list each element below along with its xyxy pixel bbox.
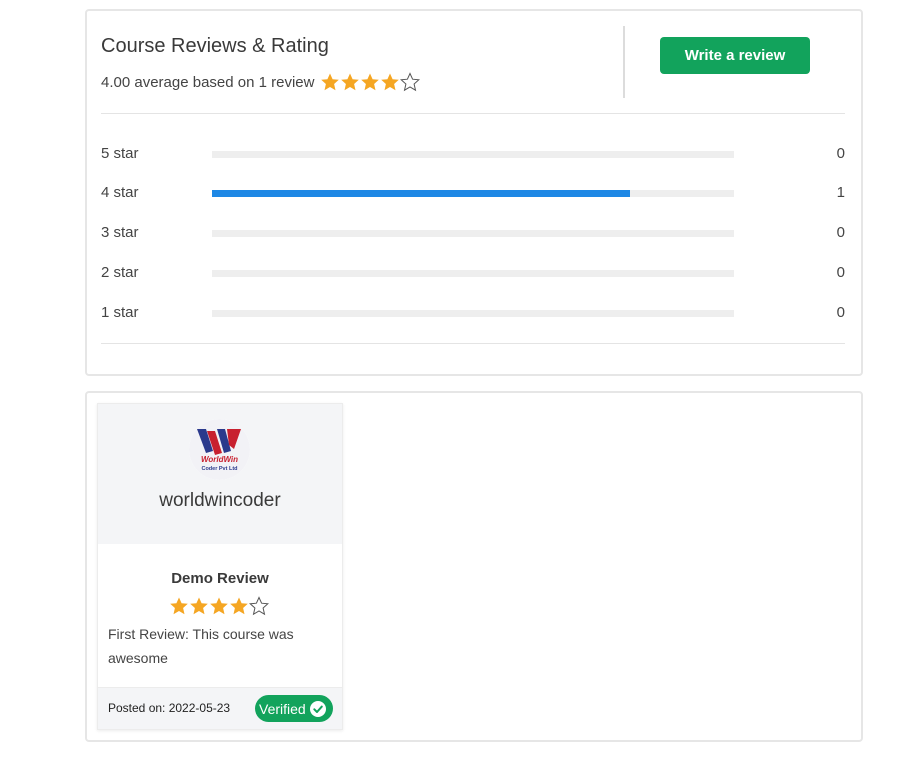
rating-row-label: 1 star [101,304,139,321]
rating-bar-track [212,230,734,237]
posted-date: Posted on: 2022-05-23 [108,701,231,715]
rating-bar-track [212,151,734,158]
star-filled-icon [189,596,209,616]
star-filled-icon [320,72,340,92]
verified-label: Verified [259,700,306,717]
rating-row-label: 4 star [101,184,139,201]
rating-bar-track [212,310,734,317]
rating-row-label: 3 star [101,224,139,241]
rating-row-label: 5 star [101,145,139,162]
avatar: WorldWin Coder Pvt Ltd [189,419,250,480]
average-rating-line: 4.00 average based on 1 review [101,72,421,92]
rating-row-2: 2 star 0 [101,262,845,284]
divider [101,343,845,344]
reviewer-name: worldwincoder [159,490,281,511]
rating-row-count: 0 [836,224,845,241]
divider [101,113,845,114]
review-stars [169,596,269,616]
svg-text:WorldWin: WorldWin [201,455,238,464]
star-filled-icon [380,72,400,92]
rating-row-4: 4 star 1 [101,182,845,204]
rating-bar-track [212,190,734,197]
verified-badge: Verified [255,695,333,722]
vertical-divider [623,26,625,98]
rating-row-3: 3 star 0 [101,222,845,244]
rating-row-1: 1 star 0 [101,302,845,324]
rating-row-count: 0 [836,264,845,281]
star-filled-icon [169,596,189,616]
review-card-header: WorldWin Coder Pvt Ltd worldwincoder [98,404,342,544]
star-filled-icon [209,596,229,616]
star-empty-icon [249,596,269,616]
write-review-button[interactable]: Write a review [660,37,810,74]
svg-text:Coder Pvt Ltd: Coder Pvt Ltd [201,466,237,472]
average-rating-text: 4.00 average based on 1 review [101,73,315,91]
review-title: Demo Review [171,570,269,587]
rating-bar-fill [212,190,630,197]
check-circle-icon [309,700,326,717]
rating-row-count: 0 [836,145,845,162]
star-empty-icon [400,72,421,92]
star-filled-icon [360,72,380,92]
reviews-list-panel: WorldWin Coder Pvt Ltd worldwincoder Dem… [85,391,863,742]
rating-row-count: 0 [836,304,845,321]
worldwincoder-logo: WorldWin Coder Pvt Ltd [189,419,250,480]
rating-row-5: 5 star 0 [101,143,845,165]
rating-row-count: 1 [836,184,845,201]
rating-summary-panel: Course Reviews & Rating 4.00 average bas… [85,9,863,376]
star-filled-icon [229,596,249,616]
review-card-footer: Posted on: 2022-05-23 Verified [98,687,342,729]
section-title: Course Reviews & Rating [101,35,329,57]
rating-row-label: 2 star [101,264,139,281]
average-stars [320,72,421,92]
review-card: WorldWin Coder Pvt Ltd worldwincoder Dem… [97,403,343,730]
rating-bar-track [212,270,734,277]
review-text: First Review: This course was awesome [108,626,294,666]
star-filled-icon [340,72,360,92]
